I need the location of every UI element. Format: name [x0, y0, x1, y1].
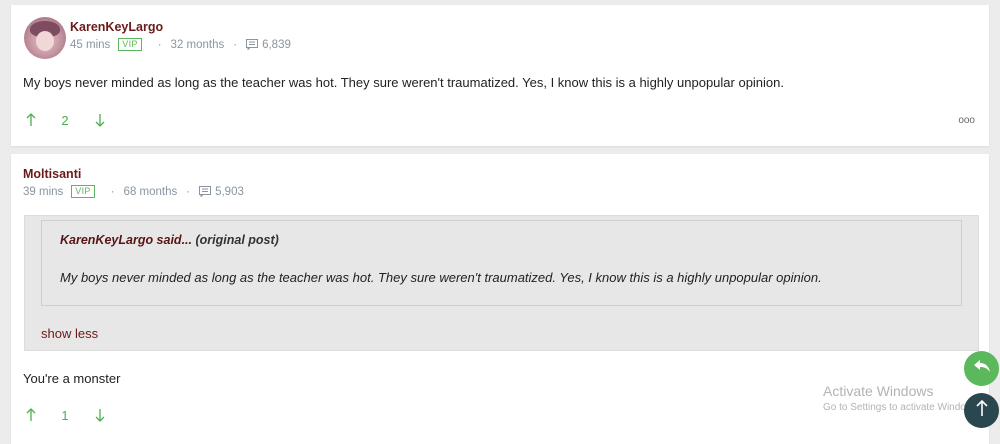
separator-dot: · [186, 185, 191, 198]
post-count: 5,903 [215, 185, 244, 198]
original-post-link[interactable]: (original post) [195, 233, 278, 247]
show-less-link[interactable]: show less [41, 326, 98, 341]
vote-count: 1 [61, 407, 69, 423]
separator-dot: · [157, 38, 162, 51]
avatar[interactable] [24, 17, 66, 59]
vip-badge: VIP [71, 185, 95, 198]
vote-controls: 1 [24, 407, 107, 423]
vote-count: 2 [61, 112, 69, 128]
post-time: 39 mins [23, 185, 64, 198]
member-tenure: 32 months [170, 38, 225, 51]
more-options-button[interactable]: ooo [958, 115, 975, 126]
quote-text: My boys never minded as long as the teac… [60, 270, 822, 285]
reply-icon [973, 359, 991, 378]
separator-dot: · [233, 38, 238, 51]
comment-text: My boys never minded as long as the teac… [23, 75, 785, 90]
username[interactable]: KarenKeyLargo [70, 20, 163, 34]
activation-watermark: Activate Windows Go to Settings to activ… [823, 383, 981, 413]
quote-author[interactable]: KarenKeyLargo said... [60, 233, 192, 247]
comment-card: KarenKeyLargo 45 mins VIP · 32 months · … [11, 5, 989, 146]
comment-icon [246, 39, 259, 50]
post-time: 45 mins [70, 38, 111, 51]
quoted-post: KarenKeyLargo said... (original post) My… [24, 215, 979, 351]
separator-dot: · [110, 185, 115, 198]
arrow-down-icon[interactable] [93, 112, 107, 128]
username[interactable]: Moltisanti [23, 167, 81, 181]
comment-icon [199, 186, 212, 197]
arrow-up-icon[interactable] [24, 112, 38, 128]
arrow-up-icon[interactable] [24, 407, 38, 423]
post-count: 6,839 [262, 38, 291, 51]
quote-box: KarenKeyLargo said... (original post) My… [41, 220, 962, 306]
scroll-to-top-button[interactable] [964, 393, 999, 428]
watermark-title: Activate Windows [823, 383, 934, 399]
reply-button[interactable] [964, 351, 999, 386]
quote-attribution: KarenKeyLargo said... (original post) [60, 233, 279, 247]
vip-badge: VIP [118, 38, 142, 51]
comment-text: You're a monster [23, 371, 121, 386]
comment-meta: 45 mins VIP · 32 months · 6,839 [70, 38, 291, 51]
arrow-down-icon[interactable] [93, 407, 107, 423]
arrow-up-icon [975, 399, 989, 422]
member-tenure: 68 months [123, 185, 178, 198]
watermark-subtitle: Go to Settings to activate Windows. [823, 402, 981, 413]
comment-meta: 39 mins VIP · 68 months · 5,903 [23, 185, 244, 198]
vote-controls: 2 [24, 112, 107, 128]
